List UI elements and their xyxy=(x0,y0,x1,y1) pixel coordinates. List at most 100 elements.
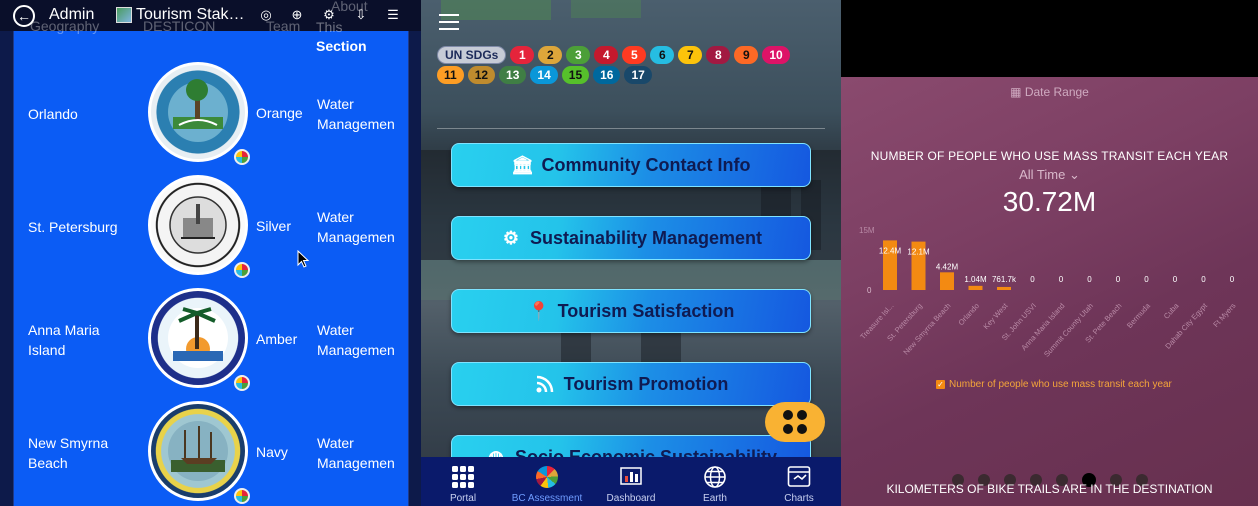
bar[interactable] xyxy=(940,272,954,290)
sustainability-management-button[interactable]: ⚙ Sustainability Management xyxy=(451,216,811,260)
sdg-goal-8[interactable]: 8 xyxy=(706,46,731,64)
legend-checkbox-icon[interactable]: ✓ xyxy=(936,380,945,389)
sdg-goal-15[interactable]: 15 xyxy=(561,66,590,84)
sdg-badge-icon xyxy=(234,149,250,165)
apps-fab-button[interactable] xyxy=(765,402,825,442)
data-label: 0 xyxy=(1144,275,1149,284)
sdg-badge-icon xyxy=(234,488,250,504)
table-row[interactable]: St. Petersburg Silver Water Managemen xyxy=(13,170,409,283)
city-name: Anna Maria Island xyxy=(28,322,100,358)
mouse-cursor-icon xyxy=(297,250,309,268)
color-value: Navy xyxy=(256,444,288,460)
y-tick-label: 15M xyxy=(859,226,875,235)
orlando-seal-image xyxy=(148,62,248,162)
add-circle-icon[interactable]: ⊕ xyxy=(289,7,305,23)
x-tick-label: Orlando xyxy=(956,301,981,327)
tab-geography[interactable]: Geography xyxy=(30,18,99,34)
button-label: Community Contact Info xyxy=(541,154,751,175)
x-tick-label: Cuba xyxy=(1162,301,1181,321)
color-value: Orange xyxy=(256,105,303,121)
nav-portal[interactable]: Portal xyxy=(421,457,505,506)
data-label: 0 xyxy=(1173,275,1178,284)
sdg-goal-1[interactable]: 1 xyxy=(510,46,535,64)
globe-icon xyxy=(702,464,728,490)
tourism-satisfaction-button[interactable]: 📍 Tourism Satisfaction xyxy=(451,289,811,333)
table-row[interactable]: Orlando Orange Water Managemen xyxy=(13,57,409,170)
section-column-header: Section xyxy=(316,38,367,54)
screen: ← Admin Tourism Stak… Geography DESTICON… xyxy=(0,0,1258,506)
data-label: 0 xyxy=(1087,275,1092,284)
nav-earth[interactable]: Earth xyxy=(673,457,757,506)
community-contact-info-button[interactable]: 🏛 Community Contact Info xyxy=(451,143,811,187)
sdg-goal-7[interactable]: 7 xyxy=(678,46,703,64)
sdg-badge-icon xyxy=(234,375,250,391)
sdg-goal-6[interactable]: 6 xyxy=(650,46,675,64)
sdg-assessment-panel: UN SDGs 1 2 3 4 5 6 7 8 9 10 11 12 13 14 15 16 17 🏛 Com… xyxy=(421,0,841,506)
list-icon[interactable]: ☰ xyxy=(385,7,401,23)
date-range-button[interactable]: ▦ Date Range xyxy=(841,85,1258,99)
st-petersburg-seal-image xyxy=(148,175,248,275)
location-pin-icon: 📍 xyxy=(527,300,550,321)
color-value: Silver xyxy=(256,218,292,234)
tab-desticon[interactable]: DESTICON xyxy=(143,18,215,34)
next-chart-title: KILOMETERS OF BIKE TRAILS ARE IN THE DES… xyxy=(886,482,1213,496)
nav-label: Portal xyxy=(449,493,477,504)
sdg-goal-3[interactable]: 3 xyxy=(566,46,591,64)
sdg-goal-4[interactable]: 4 xyxy=(594,46,619,64)
grid-icon xyxy=(450,464,476,490)
anna-maria-seal-image xyxy=(148,288,248,388)
new-smyrna-seal-image xyxy=(148,401,248,501)
data-label: 1.04M xyxy=(964,275,987,284)
bar[interactable] xyxy=(997,286,1011,290)
nav-label: Charts xyxy=(784,493,814,504)
y-tick-label: 0 xyxy=(867,286,872,295)
nav-charts[interactable]: Charts xyxy=(757,457,841,506)
area-value: Water Managemen xyxy=(317,96,395,132)
sdg-goal-17[interactable]: 17 xyxy=(624,66,652,84)
x-tick-label: Key West xyxy=(981,301,1010,331)
nav-label: BC Assessment xyxy=(511,493,583,504)
building-icon: 🏛 xyxy=(511,154,534,175)
sdg-goal-9[interactable]: 9 xyxy=(734,46,759,64)
admin-panel: ← Admin Tourism Stak… Geography DESTICON… xyxy=(0,0,421,506)
nav-dashboard[interactable]: Dashboard xyxy=(589,457,673,506)
download-icon[interactable]: ⇩ xyxy=(353,7,369,23)
chevron-down-icon: ⌄ xyxy=(1068,167,1080,182)
time-range-dropdown[interactable]: All Time ⌄ xyxy=(841,167,1258,183)
sdg-goal-16[interactable]: 16 xyxy=(593,66,621,84)
sdg-goal-5[interactable]: 5 xyxy=(622,46,647,64)
sdg-goal-11[interactable]: 11 xyxy=(437,66,464,84)
sdg-row-1: UN SDGs 1 2 3 4 5 6 7 8 9 10 xyxy=(437,46,790,64)
sdg-goal-12[interactable]: 12 xyxy=(467,66,496,84)
data-label: 0 xyxy=(1116,275,1121,284)
city-name: Orlando xyxy=(28,106,78,122)
table-row[interactable]: Anna Maria Island Amber Water Managemen xyxy=(13,283,409,396)
area-value: Water Managemen xyxy=(317,322,395,358)
table-row[interactable]: New Smyrna Beach Navy Water Managemen xyxy=(13,396,409,506)
chart-legend[interactable]: ✓ Number of people who use mass transit … xyxy=(936,379,1172,390)
chart-icon xyxy=(618,464,644,490)
data-label: 0 xyxy=(1030,275,1035,284)
menu-icon[interactable] xyxy=(439,14,459,30)
nav-bc-assessment[interactable]: BC Assessment xyxy=(505,457,589,506)
sdg-badge-icon xyxy=(234,262,250,278)
gears-icon: ⚙ xyxy=(502,227,520,248)
bottom-nav: Portal BC Assessment Dashboard Earth Cha… xyxy=(421,457,841,506)
sdg-goal-14[interactable]: 14 xyxy=(530,66,558,84)
sdg-wheel-icon xyxy=(534,464,560,490)
x-tick-label: Ft Myers xyxy=(1211,301,1237,329)
bar[interactable] xyxy=(968,285,983,290)
data-label: 0 xyxy=(1059,275,1064,284)
calendar-icon: ▦ xyxy=(1010,85,1022,99)
sdg-goal-10[interactable]: 10 xyxy=(762,46,790,64)
data-label: 761.7k xyxy=(992,275,1017,284)
tourism-promotion-button[interactable]: Tourism Promotion xyxy=(451,362,811,406)
area-value: Water Managemen xyxy=(317,209,395,245)
map-icon xyxy=(116,7,132,23)
button-label: Tourism Satisfaction xyxy=(557,300,735,321)
admin-topbar: ← Admin Tourism Stak… Geography DESTICON… xyxy=(0,0,421,34)
lifebuoy-icon[interactable]: ◎ xyxy=(258,7,274,23)
sdg-goal-13[interactable]: 13 xyxy=(499,66,527,84)
sdg-goal-2[interactable]: 2 xyxy=(538,46,563,64)
bar-chart: 15M012.4MTreasure Isl...12.1MSt. Petersb… xyxy=(858,226,1237,359)
